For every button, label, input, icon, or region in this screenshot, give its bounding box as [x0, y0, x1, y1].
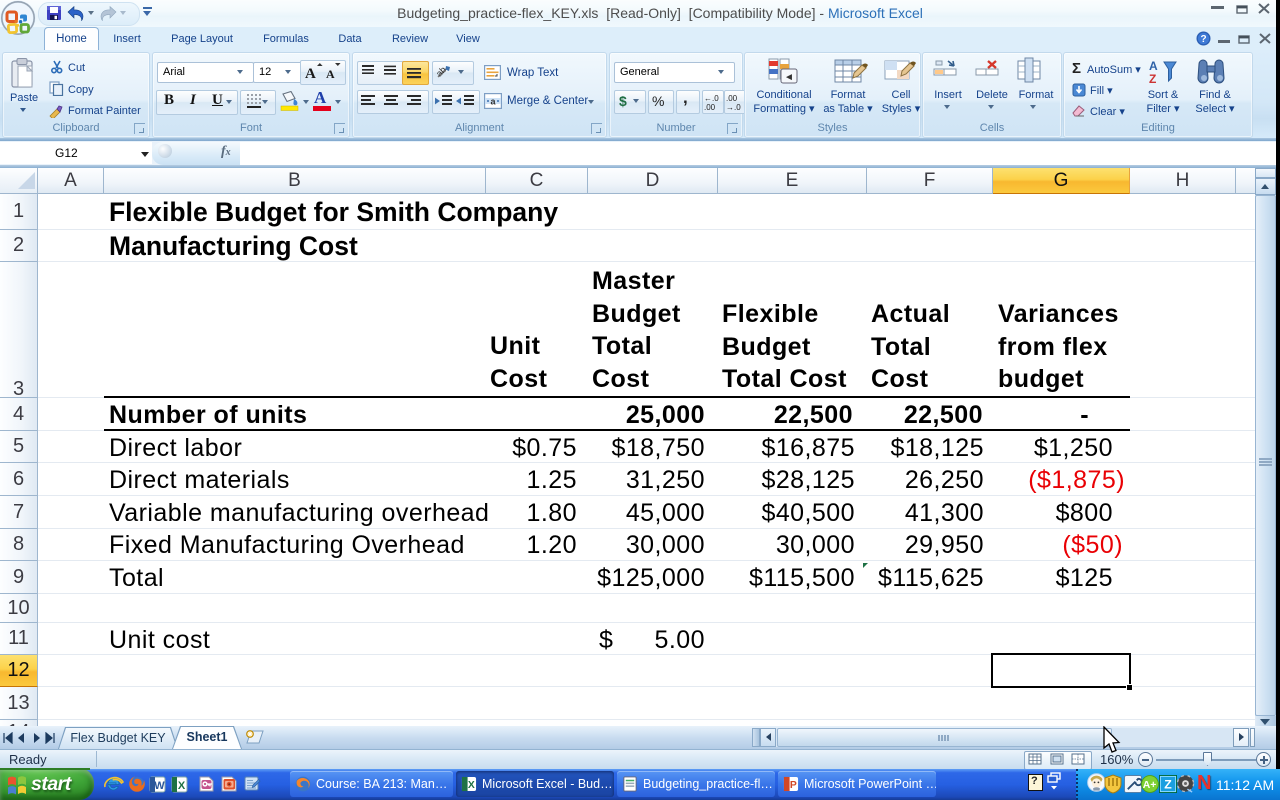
- svg-text:A: A: [1149, 59, 1158, 73]
- svg-text:Z: Z: [1149, 72, 1156, 86]
- svg-text:W: W: [154, 780, 165, 792]
- svg-text:X: X: [178, 780, 186, 792]
- svg-text:A+: A+: [1143, 780, 1157, 791]
- svg-text:A: A: [305, 66, 316, 81]
- svg-text:◄: ◄: [784, 72, 794, 83]
- svg-text:?: ?: [1200, 34, 1206, 45]
- svg-text:Z: Z: [1164, 778, 1172, 792]
- svg-text:X: X: [468, 780, 475, 791]
- svg-text:A: A: [326, 67, 335, 81]
- svg-text:P: P: [790, 780, 797, 791]
